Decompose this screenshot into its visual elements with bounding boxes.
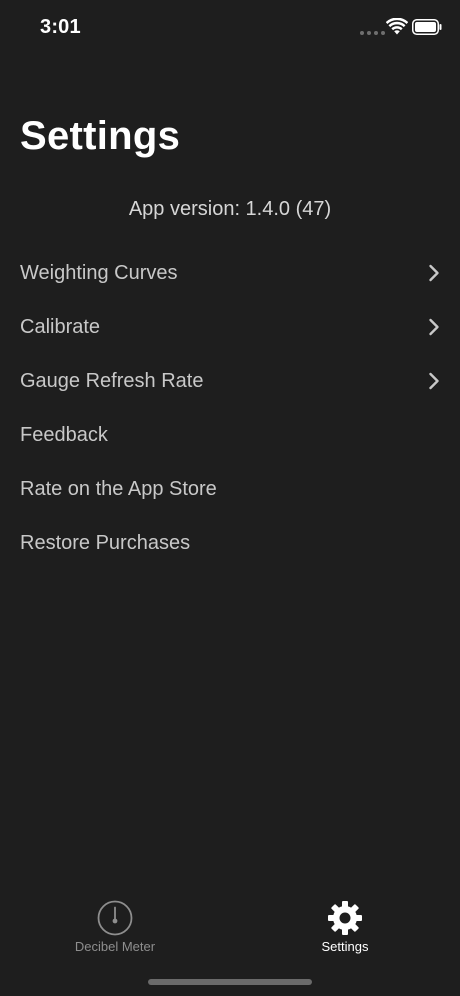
home-indicator[interactable]: [148, 979, 312, 985]
status-bar: 3:01: [0, 0, 460, 56]
page-title: Settings: [20, 114, 181, 158]
settings-item-weighting-curves[interactable]: Weighting Curves: [0, 246, 460, 300]
wifi-icon: [386, 18, 408, 35]
settings-list: Weighting Curves Calibrate Gauge Refresh…: [0, 246, 460, 570]
settings-item-feedback[interactable]: Feedback: [0, 408, 460, 462]
gear-icon: [328, 901, 362, 935]
settings-item-calibrate[interactable]: Calibrate: [0, 300, 460, 354]
settings-item-label: Feedback: [20, 423, 108, 446]
settings-screen: 3:01 Settings App version: 1.4.0 (47) We…: [0, 0, 460, 996]
settings-item-gauge-refresh-rate[interactable]: Gauge Refresh Rate: [0, 354, 460, 408]
battery-icon: [412, 19, 442, 35]
tab-label: Settings: [321, 939, 369, 954]
tab-label: Decibel Meter: [74, 939, 156, 954]
settings-item-rate-app[interactable]: Rate on the App Store: [0, 462, 460, 516]
chevron-right-icon: [429, 372, 439, 390]
status-time: 3:01: [40, 16, 81, 38]
chevron-right-icon: [429, 264, 439, 282]
settings-item-label: Gauge Refresh Rate: [20, 369, 204, 392]
cellular-signal-icon: [360, 31, 385, 35]
tab-decibel-meter[interactable]: Decibel Meter: [0, 894, 230, 964]
settings-item-label: Weighting Curves: [20, 261, 178, 284]
chevron-right-icon: [429, 318, 439, 336]
tab-settings[interactable]: Settings: [230, 894, 460, 964]
settings-item-label: Rate on the App Store: [20, 477, 217, 500]
settings-item-label: Restore Purchases: [20, 531, 191, 554]
gauge-icon: [97, 900, 133, 936]
app-version-label: App version: 1.4.0 (47): [128, 198, 332, 220]
settings-item-restore-purchases[interactable]: Restore Purchases: [0, 516, 460, 570]
settings-item-label: Calibrate: [20, 315, 101, 338]
